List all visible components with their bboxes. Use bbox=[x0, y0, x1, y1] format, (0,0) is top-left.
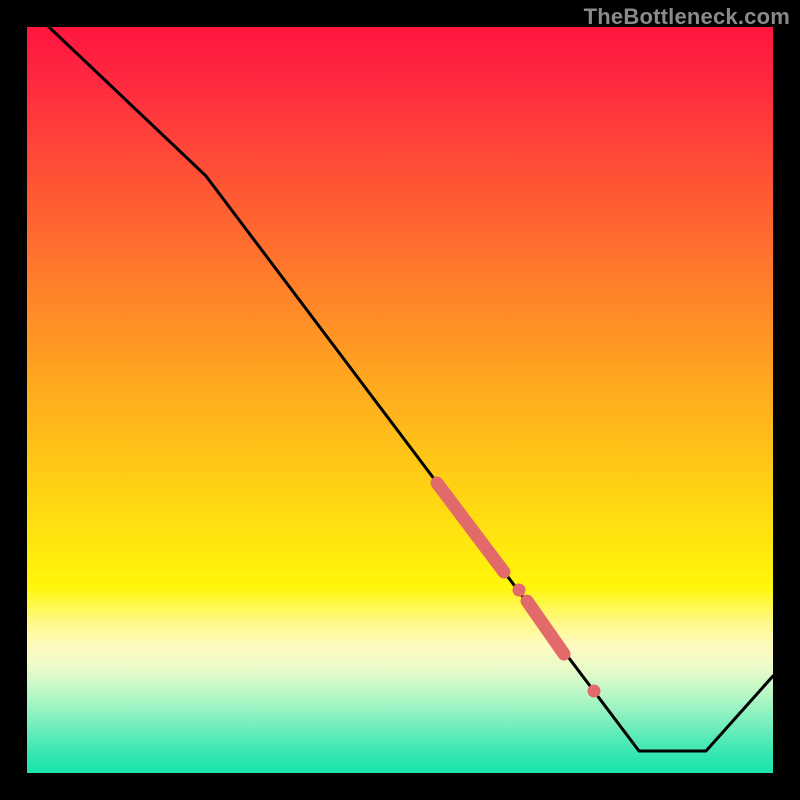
highlight-segment-1 bbox=[437, 483, 504, 572]
highlight-dot-1 bbox=[513, 584, 526, 597]
watermark-text: TheBottleneck.com bbox=[584, 4, 790, 30]
main-curve bbox=[49, 27, 773, 751]
chart-svg bbox=[27, 27, 773, 773]
highlight-segment-2 bbox=[527, 601, 564, 654]
chart-frame: TheBottleneck.com bbox=[0, 0, 800, 800]
plot-area bbox=[27, 27, 773, 773]
highlight-dot-2 bbox=[588, 685, 601, 698]
